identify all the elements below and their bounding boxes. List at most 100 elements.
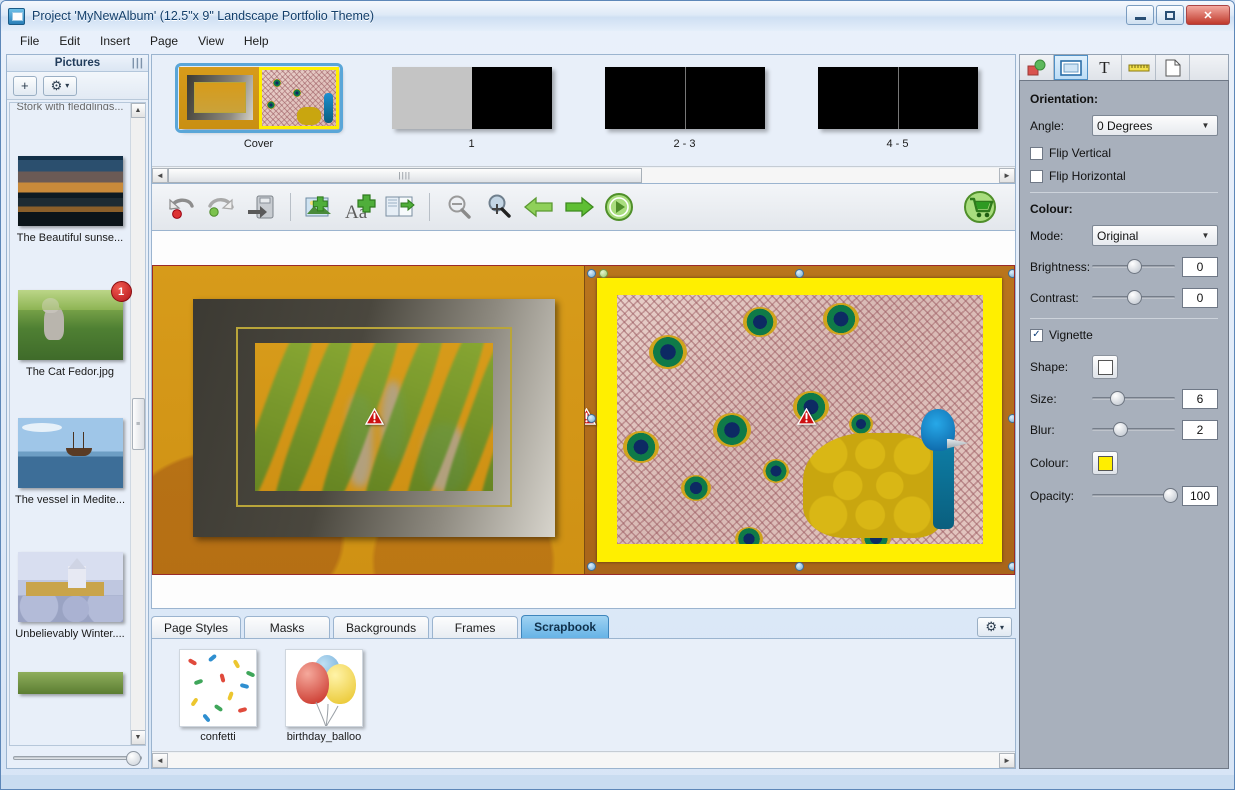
menu-page[interactable]: Page	[141, 32, 187, 50]
selection-handle-top-center[interactable]	[794, 268, 804, 278]
scroll-up-button[interactable]: ▲	[130, 103, 145, 118]
selection-handle-middle-right[interactable]	[1007, 413, 1014, 423]
tab-page[interactable]	[1156, 55, 1190, 80]
page-sheet[interactable]	[174, 63, 343, 133]
list-item[interactable]: 1 The Cat Fedor.jpg	[12, 281, 132, 378]
menu-file[interactable]: File	[11, 32, 48, 50]
scrapbook-item[interactable]: birthday_balloo	[280, 649, 368, 751]
scroll-right-button[interactable]: ►	[999, 167, 1015, 183]
preview-button[interactable]	[600, 188, 638, 226]
page-sheet[interactable]	[817, 67, 978, 129]
contrast-value[interactable]: 0	[1182, 287, 1218, 308]
mode-select[interactable]: Original ▼	[1092, 225, 1218, 246]
tab-masks[interactable]: Masks	[244, 616, 331, 638]
save-button[interactable]	[242, 188, 280, 226]
selection-handle-bottom-left[interactable]	[586, 561, 596, 571]
canvas-area[interactable]	[151, 231, 1016, 609]
pictures-list[interactable]: Stork with fledglings... The Beautiful s…	[9, 102, 146, 746]
scrapbook-horizontal-scrollbar[interactable]: ◄ ►	[152, 751, 1015, 768]
selection-handle-top-left[interactable]	[586, 268, 596, 278]
angle-select[interactable]: 0 Degrees ▼	[1092, 115, 1218, 136]
slider-knob[interactable]	[1126, 290, 1142, 305]
redo-button[interactable]	[202, 188, 240, 226]
brightness-value[interactable]: 0	[1182, 256, 1218, 277]
warning-icon[interactable]	[796, 407, 816, 425]
minimize-button[interactable]	[1126, 5, 1154, 25]
scrollbar-track[interactable]: ||||	[168, 167, 999, 183]
page-thumb-4-5[interactable]: 4 - 5	[791, 67, 1004, 150]
menu-insert[interactable]: Insert	[91, 32, 139, 50]
contrast-slider[interactable]	[1092, 289, 1175, 307]
vignette-checkbox[interactable]: ✓	[1030, 328, 1043, 342]
page-spread[interactable]	[152, 264, 1015, 575]
selection-handle-top-right[interactable]	[1007, 268, 1014, 278]
slider-knob[interactable]	[1163, 488, 1179, 503]
tab-frames[interactable]: Frames	[432, 616, 519, 638]
slider-knob[interactable]	[1126, 259, 1142, 274]
library-options-button[interactable]: ⚙ ▾	[977, 617, 1012, 637]
add-text-button[interactable]: Aa	[341, 188, 379, 226]
pictures-vertical-scrollbar[interactable]: ▲ ≡ ▼	[130, 103, 145, 745]
page-sheet[interactable]	[604, 67, 765, 129]
opacity-slider[interactable]	[1092, 487, 1179, 505]
tab-shapes[interactable]	[1020, 55, 1054, 80]
close-button[interactable]: ✕	[1186, 5, 1230, 25]
next-page-button[interactable]	[560, 188, 598, 226]
slider-track[interactable]	[13, 751, 142, 766]
brightness-slider[interactable]	[1092, 258, 1175, 276]
list-item[interactable]	[12, 672, 128, 697]
scroll-down-button[interactable]: ▼	[130, 730, 145, 745]
tab-text[interactable]: T	[1088, 55, 1122, 80]
flip-vertical-row[interactable]: Flip Vertical	[1030, 146, 1218, 160]
undo-button[interactable]	[162, 188, 200, 226]
tab-picture[interactable]	[1054, 55, 1088, 80]
vignette-shape-button[interactable]	[1092, 355, 1118, 379]
vignette-colour-button[interactable]	[1092, 451, 1118, 475]
scroll-right-button[interactable]: ►	[999, 752, 1015, 768]
tab-page-styles[interactable]: Page Styles	[151, 616, 242, 638]
page-thumb-cover[interactable]: Cover	[152, 63, 365, 150]
pages-horizontal-scrollbar[interactable]: ◄ |||| ►	[152, 166, 1015, 183]
scrollbar-track[interactable]	[168, 752, 999, 768]
scroll-left-button[interactable]: ◄	[152, 167, 168, 183]
tab-scrapbook[interactable]: Scrapbook	[521, 615, 610, 638]
selection-handle-bottom-center[interactable]	[794, 561, 804, 571]
zoom-out-button[interactable]	[440, 188, 478, 226]
scrollbar-thumb[interactable]: ≡	[131, 398, 145, 450]
menu-view[interactable]: View	[189, 32, 233, 50]
left-page[interactable]	[153, 265, 584, 574]
warning-icon[interactable]	[365, 407, 384, 425]
slider-knob[interactable]	[1112, 422, 1128, 437]
page-thumb-2-3[interactable]: 2 - 3	[578, 67, 791, 150]
list-item[interactable]: Unbelievably Winter....	[12, 552, 128, 640]
zoom-in-button[interactable]	[480, 188, 518, 226]
panel-grip-icon[interactable]: |||	[132, 57, 144, 69]
add-picture-button[interactable]	[301, 188, 339, 226]
scrapbook-item[interactable]: confetti	[174, 649, 262, 751]
add-picture-button[interactable]: +	[13, 75, 37, 96]
add-page-button[interactable]	[381, 188, 419, 226]
scroll-left-button[interactable]: ◄	[152, 752, 168, 768]
menu-help[interactable]: Help	[235, 32, 278, 50]
size-slider[interactable]	[1092, 390, 1175, 408]
opacity-value[interactable]: 100	[1182, 485, 1218, 506]
list-item[interactable]: The Beautiful sunse...	[12, 156, 128, 244]
blur-slider[interactable]	[1092, 421, 1175, 439]
list-item[interactable]: The vessel in Medite...	[12, 418, 128, 506]
order-cart-button[interactable]	[961, 188, 999, 226]
right-page[interactable]	[583, 265, 1014, 574]
flip-horizontal-checkbox[interactable]	[1030, 169, 1043, 183]
previous-page-button[interactable]	[520, 188, 558, 226]
maximize-button[interactable]	[1156, 5, 1184, 25]
selection-handle-middle-left[interactable]	[586, 413, 596, 423]
page-thumb-1[interactable]: 1	[365, 67, 578, 150]
flip-vertical-checkbox[interactable]	[1030, 146, 1043, 160]
slider-knob[interactable]	[1110, 391, 1126, 406]
pictures-options-button[interactable]: ⚙ ▾	[42, 75, 78, 96]
size-value[interactable]: 6	[1182, 388, 1218, 409]
menu-edit[interactable]: Edit	[50, 32, 89, 50]
slider-knob[interactable]	[126, 751, 141, 766]
page-sheet[interactable]	[391, 67, 552, 129]
scrollbar-thumb[interactable]: ||||	[168, 167, 642, 183]
tab-ruler[interactable]	[1122, 55, 1156, 80]
